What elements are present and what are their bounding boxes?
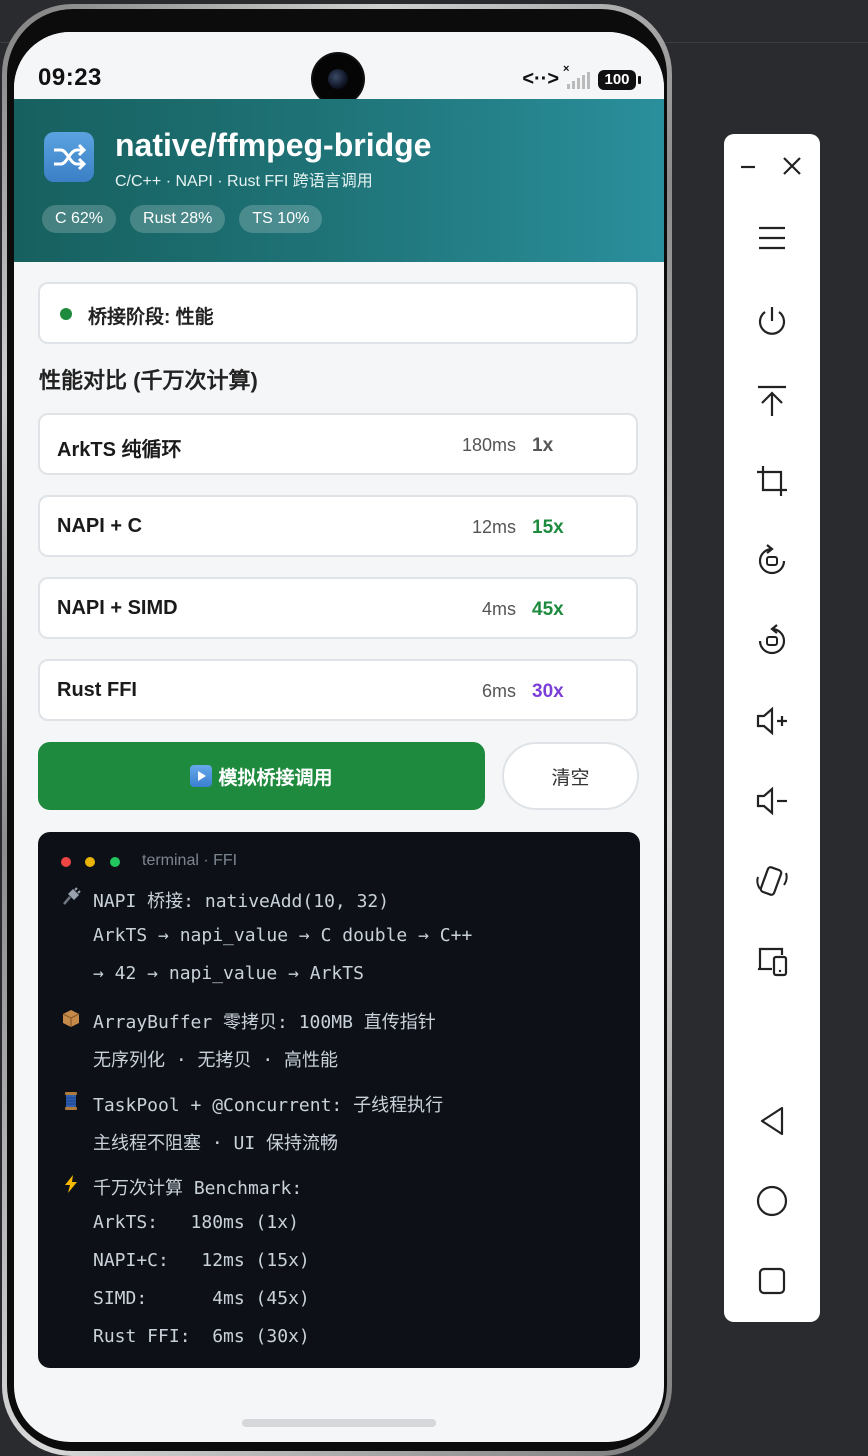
repo-subtitle: C/C++ · NAPI · Rust FFI 跨语言调用: [115, 173, 373, 190]
terminal-line: NAPI+C: 12ms (15x): [93, 1250, 310, 1271]
home-icon[interactable]: [748, 1177, 796, 1225]
perf-row: Rust FFI 6ms 30x: [38, 659, 638, 721]
minimize-icon[interactable]: [728, 142, 768, 190]
repo-header: native/ffmpeg-bridge C/C++ · NAPI · Rust…: [14, 99, 664, 262]
volume-up-icon[interactable]: [748, 697, 796, 745]
terminal-line: ArkTS → napi_value → C double → C++: [93, 925, 473, 946]
shuffle-icon: [44, 132, 94, 182]
terminal-title: terminal · FFI: [142, 852, 238, 869]
pin-top-icon[interactable]: [748, 377, 796, 425]
rotate-left-icon[interactable]: [748, 537, 796, 585]
perf-row-time: 12ms: [471, 517, 516, 537]
rotate-right-icon[interactable]: [748, 617, 796, 665]
perf-row-speed: 30x: [532, 681, 564, 702]
signal-icon: ×: [563, 63, 590, 89]
language-badge-rust: Rust 28%: [130, 205, 226, 233]
perf-row-time: 6ms: [481, 681, 516, 701]
status-time: 09:23: [38, 64, 102, 91]
terminal-line: ArrayBuffer 零拷贝: 100MB 直传指针: [93, 1012, 436, 1033]
emulator-toolbar: [724, 134, 820, 1322]
terminal-line: → 42 → napi_value → ArkTS: [93, 963, 364, 984]
terminal-line: Rust FFI: 6ms (30x): [93, 1326, 310, 1347]
perf-row-speed: 45x: [532, 599, 564, 620]
perf-row-time: 4ms: [481, 599, 516, 619]
recents-icon[interactable]: [748, 1257, 796, 1305]
menu-icon[interactable]: [748, 214, 796, 262]
clear-button[interactable]: 清空: [502, 742, 639, 810]
terminal-line: NAPI 桥接: nativeAdd(10, 32): [93, 891, 390, 912]
language-badge-c: C 62%: [42, 205, 117, 233]
close-icon[interactable]: [772, 142, 812, 190]
terminal-line: 主线程不阻塞 · UI 保持流畅: [93, 1133, 339, 1154]
perf-row-name: NAPI + SIMD: [57, 597, 178, 619]
simulate-bridge-label: 模拟桥接调用: [218, 767, 333, 789]
perf-row-speed: 15x: [532, 517, 564, 538]
power-icon[interactable]: [748, 297, 796, 345]
battery-icon: 100: [598, 69, 641, 90]
lightning-icon: [60, 1173, 82, 1195]
terminal-line: SIMD: 4ms (45x): [93, 1288, 310, 1309]
front-camera: [313, 54, 363, 104]
terminal-panel: terminal · FFI NAPI 桥接: nativeAdd(10, 32…: [38, 832, 640, 1368]
perf-row-name: Rust FFI: [57, 679, 137, 701]
network-data-icon: <··>: [522, 68, 559, 90]
volume-down-icon[interactable]: [748, 777, 796, 825]
back-icon[interactable]: [748, 1097, 796, 1145]
perf-row: NAPI + SIMD 4ms 45x: [38, 577, 638, 639]
simulate-bridge-button[interactable]: 模拟桥接调用: [38, 742, 485, 810]
terminal-line: 千万次计算 Benchmark:: [93, 1178, 303, 1199]
terminal-dot-yellow: [85, 857, 95, 867]
terminal-line: TaskPool + @Concurrent: 子线程执行: [93, 1095, 444, 1116]
plug-icon: [60, 886, 82, 908]
terminal-line: ArkTS: 180ms (1x): [93, 1212, 299, 1233]
phone-frame: 09:23 <··> × 100 native/ffmpeg-bridge C/…: [2, 4, 672, 1456]
play-icon: [190, 765, 213, 787]
status-dot: [60, 308, 72, 320]
crop-icon[interactable]: [748, 457, 796, 505]
status-bar: 09:23 <··> × 100: [14, 32, 664, 104]
perf-row-speed: 1x: [532, 435, 554, 456]
terminal-dot-green: [110, 857, 120, 867]
perf-row-time: 180ms: [461, 435, 516, 455]
perf-row: NAPI + C 12ms 15x: [38, 495, 638, 557]
thread-spool-icon: [60, 1090, 82, 1112]
language-badge-ts: TS 10%: [239, 205, 323, 233]
phone-screen: 09:23 <··> × 100 native/ffmpeg-bridge C/…: [14, 32, 664, 1442]
package-icon: [60, 1007, 82, 1029]
shake-icon[interactable]: [748, 857, 796, 905]
stage-status-card: 桥接阶段: 性能: [38, 282, 638, 344]
terminal-dot-red: [61, 857, 71, 867]
multi-device-icon[interactable]: [748, 937, 796, 985]
language-badges: C 62% Rust 28% TS 10%: [42, 205, 323, 233]
perf-row: ArkTS 纯循环 180ms 1x: [38, 413, 638, 475]
repo-name: native/ffmpeg-bridge: [115, 127, 432, 163]
home-indicator[interactable]: [242, 1419, 436, 1427]
status-icons: <··> × 100: [522, 63, 641, 91]
terminal-line: 无序列化 · 无拷贝 · 高性能: [93, 1050, 339, 1071]
stage-label: 桥接阶段: 性能: [88, 307, 214, 328]
perf-row-name: NAPI + C: [57, 515, 143, 537]
perf-row-name: ArkTS 纯循环: [57, 439, 182, 461]
perf-section-title: 性能对比 (千万次计算): [39, 368, 258, 393]
